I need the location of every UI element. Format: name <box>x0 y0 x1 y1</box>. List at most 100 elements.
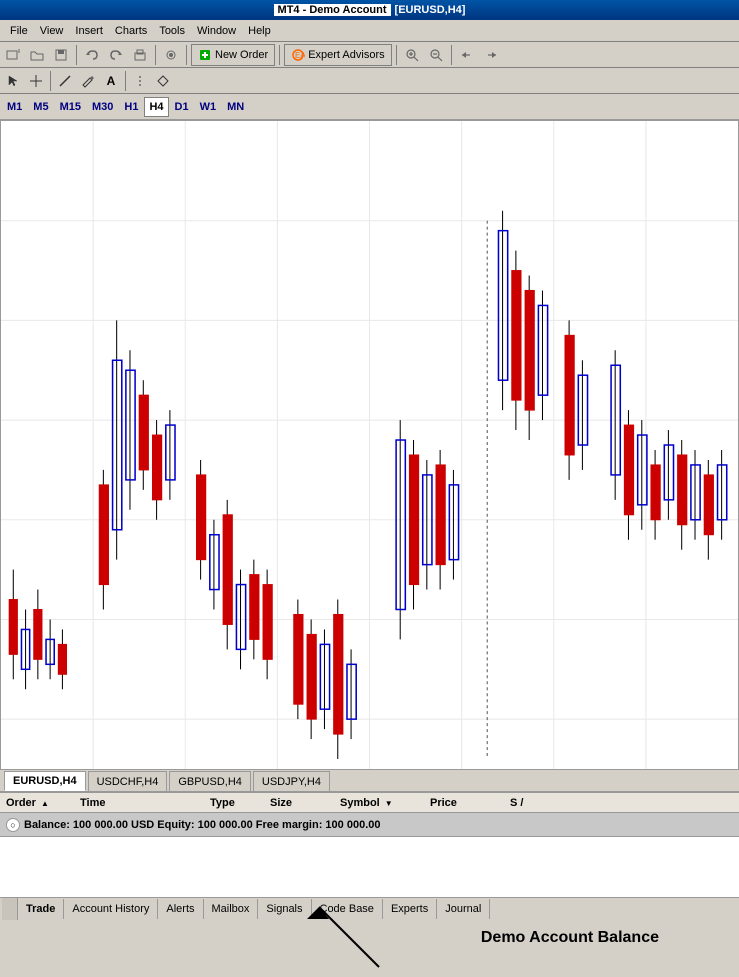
tf-m15[interactable]: M15 <box>55 97 86 117</box>
menu-view[interactable]: View <box>34 23 70 39</box>
line-icon <box>58 74 72 88</box>
save-icon <box>54 48 68 62</box>
col-order: Order ▲ <box>0 797 80 809</box>
menu-tools[interactable]: Tools <box>153 23 191 39</box>
tb-scroll-right-btn[interactable] <box>480 44 502 66</box>
toolbar-separator-5 <box>396 45 397 65</box>
expert-advisor-icon: EA <box>291 48 305 62</box>
menu-file[interactable]: File <box>4 23 34 39</box>
redo-icon <box>109 48 123 62</box>
tf-d1[interactable]: D1 <box>170 97 194 117</box>
expert-advisors-label: Expert Advisors <box>308 49 384 61</box>
new-order-icon <box>198 48 212 62</box>
new-order-label: New Order <box>215 49 268 61</box>
title-highlighted: MT4 - Demo Account <box>274 4 391 16</box>
tb-crosshair-btn[interactable] <box>25 70 47 92</box>
cursor-icon <box>6 74 20 88</box>
menu-help[interactable]: Help <box>242 23 277 39</box>
terminal-tab-signals[interactable]: Signals <box>258 899 311 919</box>
tb-redo-btn[interactable] <box>105 44 127 66</box>
title-rest: [EURUSD,H4] <box>395 4 466 16</box>
tb-line-btn[interactable] <box>54 70 76 92</box>
terminal-tab-experts[interactable]: Experts <box>383 899 437 919</box>
menu-charts[interactable]: Charts <box>109 23 153 39</box>
tb-expand-btn[interactable] <box>152 70 174 92</box>
tb-text-btn[interactable]: A <box>100 70 122 92</box>
chart-area[interactable]: Demo Account <box>0 120 739 770</box>
tb-save-btn[interactable] <box>50 44 72 66</box>
undo-icon <box>85 48 99 62</box>
toolbar-separator-4 <box>279 45 280 65</box>
scroll-left-icon <box>460 48 474 62</box>
demo-account-balance-label: Demo Account Balance <box>481 929 659 947</box>
terminal-tab-account-history[interactable]: Account History <box>64 899 158 919</box>
tb-properties-btn[interactable] <box>160 44 182 66</box>
crosshair-icon <box>29 74 43 88</box>
chart-tab-eurusd[interactable]: EURUSD,H4 <box>4 771 86 791</box>
zoom-in-icon <box>405 48 419 62</box>
menu-insert[interactable]: Insert <box>69 23 109 39</box>
tb-open-btn[interactable] <box>26 44 48 66</box>
terminal-tabs: Trade Account History Alerts Mailbox Sig… <box>0 897 739 919</box>
pencil-icon <box>81 74 95 88</box>
col-sl: S / <box>510 797 540 809</box>
expert-advisors-button[interactable]: EA Expert Advisors <box>284 44 391 66</box>
tb-print-btn[interactable] <box>129 44 151 66</box>
toolbar2: A <box>0 68 739 94</box>
expand-icon <box>156 74 170 88</box>
candlestick-chart[interactable] <box>1 121 738 769</box>
balance-row: ○ Balance: 100 000.00 USD Equity: 100 00… <box>0 813 739 837</box>
terminal-tab-mailbox[interactable]: Mailbox <box>204 899 259 919</box>
menu-bar: File View Insert Charts Tools Window Hel… <box>0 20 739 42</box>
tf-m30[interactable]: M30 <box>87 97 118 117</box>
balance-icon: ○ <box>6 818 20 832</box>
terminal-tab-alerts[interactable]: Alerts <box>158 899 203 919</box>
terminal-sidebar <box>2 898 18 920</box>
svg-text:EA: EA <box>295 51 305 60</box>
drawing-separator-2 <box>125 71 126 91</box>
empty-area <box>0 837 739 897</box>
timeframe-toolbar: M1 M5 M15 M30 H1 H4 D1 W1 MN <box>0 94 739 120</box>
tb-cursor-btn[interactable] <box>2 70 24 92</box>
terminal-panel: Order ▲ Time Type Size Symbol ▼ Price S … <box>0 792 739 897</box>
menu-window[interactable]: Window <box>191 23 242 39</box>
chart-tab-gbpusd[interactable]: GBPUSD,H4 <box>169 771 251 791</box>
toolbar-separator-6 <box>451 45 452 65</box>
scroll-right-icon <box>484 48 498 62</box>
toolbar-separator-2 <box>155 45 156 65</box>
col-symbol: Symbol ▼ <box>340 797 430 809</box>
tb-pencil-btn[interactable] <box>77 70 99 92</box>
print-icon <box>133 48 147 62</box>
tb-new-chart-btn[interactable] <box>2 44 24 66</box>
drawing-separator-1 <box>50 71 51 91</box>
terminal-tab-journal[interactable]: Journal <box>437 899 490 919</box>
terminal-tab-trade[interactable]: Trade <box>18 899 64 919</box>
order-table-header: Order ▲ Time Type Size Symbol ▼ Price S … <box>0 793 739 813</box>
tf-h1[interactable]: H1 <box>119 97 143 117</box>
col-type: Type <box>210 797 270 809</box>
period-sep-icon <box>133 74 147 88</box>
tf-w1[interactable]: W1 <box>195 97 222 117</box>
new-chart-icon <box>6 48 20 62</box>
chart-tab-usdchf[interactable]: USDCHF,H4 <box>88 771 168 791</box>
folder-icon <box>30 48 44 62</box>
zoom-out-icon <box>429 48 443 62</box>
tf-m1[interactable]: M1 <box>2 97 27 117</box>
new-order-button[interactable]: New Order <box>191 44 275 66</box>
toolbar-separator-3 <box>186 45 187 65</box>
tb-zoom-out-btn[interactable] <box>425 44 447 66</box>
col-price: Price <box>430 797 510 809</box>
tb-period-sep-btn[interactable] <box>129 70 151 92</box>
tb-scroll-left-btn[interactable] <box>456 44 478 66</box>
title-bar: MT4 - Demo Account [EURUSD,H4] <box>0 0 739 20</box>
chart-tabs: EURUSD,H4 USDCHF,H4 GBPUSD,H4 USDJPY,H4 <box>0 770 739 792</box>
tf-mn[interactable]: MN <box>222 97 249 117</box>
tf-h4[interactable]: H4 <box>144 97 168 117</box>
chart-tab-usdjpy[interactable]: USDJPY,H4 <box>253 771 330 791</box>
tf-m5[interactable]: M5 <box>28 97 53 117</box>
toolbar-separator-1 <box>76 45 77 65</box>
terminal-tab-codebase[interactable]: Code Base <box>312 899 383 919</box>
tb-undo-btn[interactable] <box>81 44 103 66</box>
tb-zoom-in-btn[interactable] <box>401 44 423 66</box>
balance-text: Balance: 100 000.00 USD Equity: 100 000.… <box>24 819 380 831</box>
